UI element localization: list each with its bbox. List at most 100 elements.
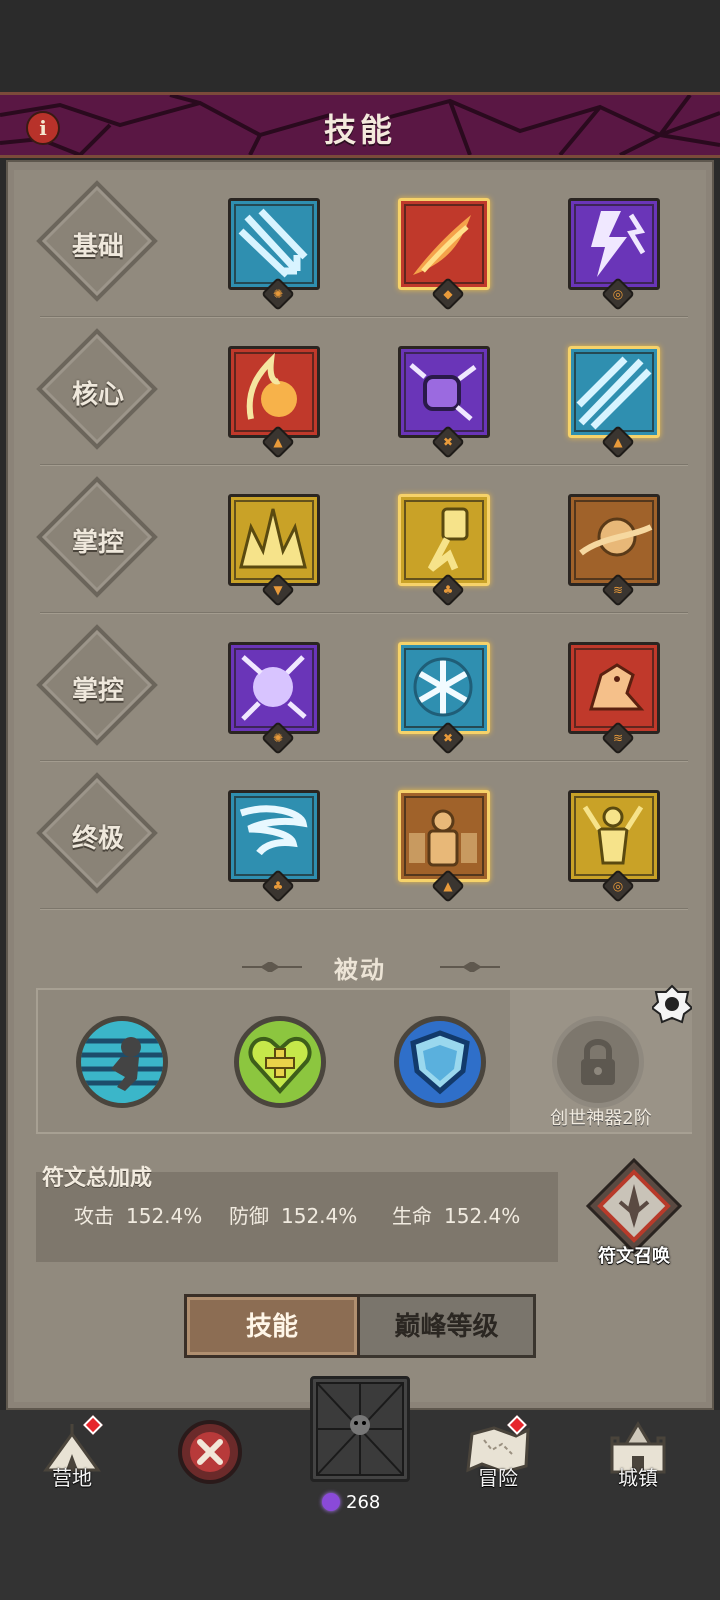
spider-emblem-icon [316, 1382, 404, 1476]
rune-glyph: ▲ [613, 435, 623, 449]
lock-icon [581, 1039, 615, 1085]
row-divider [40, 908, 688, 910]
skill-slot[interactable] [568, 198, 660, 290]
tab-skills[interactable]: 技能 [184, 1294, 360, 1358]
rune-glyph: ♣ [272, 879, 284, 893]
skill-slot[interactable] [568, 346, 660, 438]
rune-glyph: ◆ [443, 287, 453, 301]
summon-army-icon [401, 793, 487, 879]
nav-town[interactable]: 城镇 [578, 1410, 698, 1520]
currency-amount: 268 [346, 1492, 381, 1513]
rune-glyph: ♣ [442, 583, 454, 597]
earth-meteor-icon [571, 497, 657, 583]
golden-crown-icon [231, 497, 317, 583]
rune-glyph: ▲ [443, 879, 453, 893]
header-bar: i 技能 [0, 92, 720, 158]
skill-slot[interactable] [398, 346, 490, 438]
stat-name: 攻击 [74, 1204, 114, 1228]
skill-slot[interactable] [228, 198, 320, 290]
golden-spirit-icon [401, 497, 487, 583]
skill-row: 基础 ✺ ◆ ◎ [14, 170, 714, 318]
skill-slot[interactable] [398, 790, 490, 882]
rune-glyph: ✺ [272, 287, 284, 301]
lightning-bolt-icon [571, 201, 657, 287]
nav-close[interactable] [150, 1410, 270, 1520]
row-label: 基础 [71, 232, 124, 262]
stat-health: 生命 152.4% [392, 1200, 520, 1229]
skill-slot[interactable] [568, 642, 660, 734]
skill-slot[interactable] [228, 346, 320, 438]
ice-tornado-icon [231, 793, 317, 879]
rune-bonus-title: 符文总加成 [42, 1166, 153, 1191]
passive-slot-heal[interactable] [234, 1016, 326, 1108]
stat-name: 生命 [392, 1204, 432, 1228]
stat-value: 152.4% [126, 1204, 203, 1228]
skill-slot[interactable] [398, 642, 490, 734]
stat-value: 152.4% [444, 1204, 521, 1228]
passive-slot-shield[interactable] [394, 1016, 486, 1108]
rune-glyph: ✺ [272, 731, 284, 745]
row-label: 终极 [71, 824, 124, 854]
rune-glyph: ▲ [273, 435, 283, 449]
skill-slot[interactable] [398, 494, 490, 586]
stat-name: 防御 [229, 1204, 269, 1228]
skill-slot[interactable] [568, 494, 660, 586]
rune-glyph: ◎ [612, 287, 624, 301]
currency-display: 268 [322, 1492, 412, 1518]
heart-heal-icon [248, 1037, 312, 1094]
skill-slot[interactable] [568, 790, 660, 882]
page-title: 技能 [323, 111, 396, 149]
skill-row: 终极 ♣ ▲ ◎ [14, 762, 714, 910]
stat-value: 152.4% [281, 1204, 358, 1228]
row-label: 掌控 [71, 528, 124, 558]
nav-adventure-label: 冒险 [478, 1466, 518, 1490]
tab-paragon[interactable]: 巅峰等级 [360, 1294, 536, 1358]
fireball-icon [231, 349, 317, 435]
rune-summon-label: 符文召唤 [598, 1246, 670, 1267]
skill-slot[interactable] [228, 494, 320, 586]
skill-panel-inner: 基础 ✺ ◆ ◎ 核心 ▲ ✖ ▲ 掌控 ▼ ♣ ≋ 掌控 ✺ ✖ ≋ 终极 ♣ ▲ ◎ 被动 [14, 170, 706, 1402]
rune-glyph: ✖ [442, 435, 454, 449]
lightning-orb-icon [231, 645, 317, 731]
dash-runner-icon [81, 1037, 163, 1091]
shield-icon [410, 1030, 470, 1095]
skill-row: 核心 ▲ ✖ ▲ [14, 318, 714, 466]
locked-slot-label: 创世神器2阶 [550, 1108, 652, 1129]
bottom-tabs: 技能 巅峰等级 [180, 1294, 540, 1358]
stat-defense: 防御 152.4% [229, 1200, 357, 1229]
snowflake-icon [401, 645, 487, 731]
settings-gear-icon[interactable] [652, 984, 692, 1024]
rune-glyph: ≋ [612, 731, 624, 745]
skill-row: 掌控 ✺ ✖ ≋ [14, 614, 714, 762]
lightning-fist-icon [401, 349, 487, 435]
passive-slot-dash[interactable] [76, 1016, 168, 1108]
nav-adventure[interactable]: 冒险 [438, 1410, 558, 1520]
rune-summon-button[interactable]: 符文召唤 [584, 1157, 684, 1268]
passive-title: 被动 [334, 956, 386, 984]
ice-arrow-icon [231, 201, 317, 287]
center-skill-slot[interactable] [310, 1376, 410, 1482]
nav-camp[interactable]: 营地 [12, 1410, 132, 1520]
skill-slot[interactable] [398, 198, 490, 290]
bottom-nav: 营地 268 冒险 城镇 [0, 1376, 720, 1600]
purple-gem-icon [322, 1493, 340, 1511]
rune-summon-icon [585, 1157, 683, 1255]
lock-circle [552, 1016, 644, 1108]
close-icon [178, 1420, 242, 1484]
row-label: 核心 [71, 380, 124, 410]
ornament-right-icon [440, 962, 500, 972]
fire-slash-icon [401, 201, 487, 287]
skill-slot[interactable] [228, 790, 320, 882]
skill-panel: 基础 ✺ ◆ ◎ 核心 ▲ ✖ ▲ 掌控 ▼ ♣ ≋ 掌控 ✺ ✖ ≋ 终极 ♣ ▲ ◎ 被动 [6, 160, 714, 1410]
row-label: 掌控 [71, 676, 124, 706]
rune-glyph: ≋ [612, 583, 624, 597]
nav-town-label: 城镇 [618, 1466, 658, 1490]
passive-slots: 创世神器2阶 [36, 984, 692, 1134]
fire-beast-icon [571, 645, 657, 731]
rune-glyph: ✖ [442, 731, 454, 745]
skill-row: 掌控 ▼ ♣ ≋ [14, 466, 714, 614]
rune-glyph: ◎ [612, 879, 624, 893]
golden-avatar-icon [571, 793, 657, 879]
nav-camp-label: 营地 [52, 1466, 92, 1490]
skill-slot[interactable] [228, 642, 320, 734]
